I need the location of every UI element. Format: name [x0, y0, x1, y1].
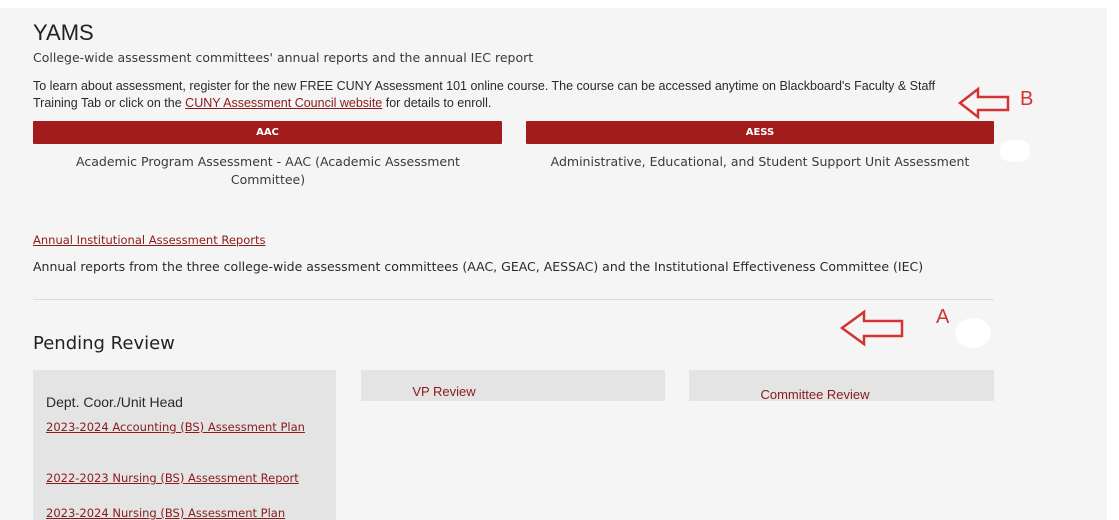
- page-subtitle: College-wide assessment committees' annu…: [33, 50, 534, 65]
- pending-item-link[interactable]: 2023-2024 Nursing (BS) Assessment Plan: [46, 506, 316, 520]
- section-divider: [33, 299, 994, 300]
- dept-review-heading: Dept. Coor./Unit Head: [46, 394, 183, 410]
- highlight-smudge: [955, 318, 991, 348]
- pending-item-link[interactable]: 2023-2024 Accounting (BS) Assessment Pla…: [46, 420, 316, 435]
- page-content: YAMS College-wide assessment committees'…: [0, 8, 1107, 520]
- annual-reports-description: Annual reports from the three college-wi…: [33, 259, 924, 274]
- aac-description: Academic Program Assessment - AAC (Acade…: [76, 154, 460, 187]
- pending-item-link[interactable]: 2022-2023 Nursing (BS) Assessment Report: [46, 471, 316, 486]
- vp-review-column: VP Review: [361, 370, 665, 401]
- annual-reports-link[interactable]: Annual Institutional Assessment Reports: [33, 233, 265, 247]
- committee-review-column: Committee Review: [689, 370, 994, 402]
- annotation-label-b: B: [1020, 88, 1034, 110]
- page-title: YAMS: [33, 20, 94, 45]
- aess-button[interactable]: AESS: [526, 121, 994, 144]
- aac-button[interactable]: AAC: [33, 121, 502, 144]
- committee-review-heading: Committee Review: [760, 387, 870, 402]
- vp-review-heading: VP Review: [412, 384, 476, 399]
- aess-description: Administrative, Educational, and Student…: [550, 154, 970, 169]
- pending-review-title: Pending Review: [33, 333, 175, 354]
- intro-text: To learn about assessment, register for …: [33, 78, 953, 112]
- dept-review-column: Dept. Coor./Unit Head 2023-2024 Accounti…: [33, 370, 336, 520]
- intro-text-end: for details to enroll.: [382, 96, 492, 110]
- annotation-arrow-a-icon: [839, 309, 904, 347]
- annotation-arrow-b-icon: [957, 86, 1010, 120]
- annotation-label-a: A: [936, 306, 950, 328]
- cuny-assessment-council-link[interactable]: CUNY Assessment Council website: [185, 96, 382, 110]
- highlight-smudge: [1000, 140, 1030, 162]
